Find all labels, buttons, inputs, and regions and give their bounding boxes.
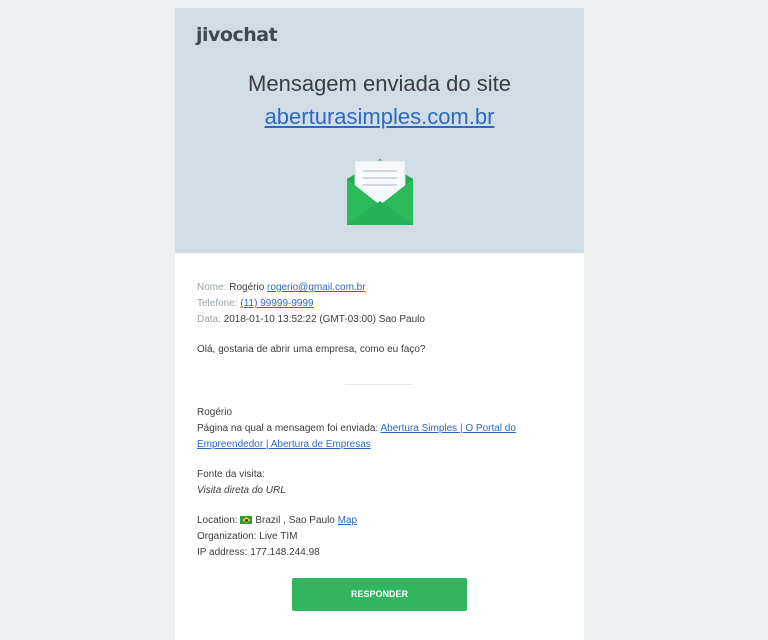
header-site: aberturasimples.com.br xyxy=(175,104,584,130)
ip-label: IP address: xyxy=(197,547,248,558)
reply-button[interactable]: RESPONDER xyxy=(292,578,467,611)
name-value: Rogério xyxy=(229,282,265,293)
location-value: Brazil , Sao Paulo xyxy=(255,515,335,526)
header-title: Mensagem enviada do site xyxy=(248,71,511,96)
ip-value: 177.148.244.98 xyxy=(250,547,320,558)
site-link[interactable]: aberturasimples.com.br xyxy=(265,104,495,129)
email-header: jivochat Mensagem enviada do site abertu… xyxy=(175,8,584,253)
ip-row: IP address: 177.148.244.98 xyxy=(197,545,320,561)
page-label: Página na qual a mensagem foi enviada: xyxy=(197,423,379,434)
page-link-1[interactable]: Abertura Simples | O Portal do xyxy=(380,423,515,434)
org-label: Organization: xyxy=(197,531,257,542)
org-row: Organization: Live TIM xyxy=(197,529,297,545)
page-row-2: Empreendedor | Abertura de Empresas xyxy=(197,437,371,453)
date-value: 2018-01-10 13:52:22 (GMT-03:00) Sao Paul… xyxy=(223,314,425,325)
message-text: Olá, gostaria de abrir uma empresa, como… xyxy=(197,344,426,355)
phone-link[interactable]: (11) 99999-9999 xyxy=(240,298,313,309)
email-opened-icon xyxy=(347,159,413,225)
sender-name: Rogério xyxy=(197,407,233,418)
location-row: Location: Brazil , Sao Paulo Map xyxy=(197,513,357,529)
divider xyxy=(345,384,413,385)
email-card: jivochat Mensagem enviada do site abertu… xyxy=(175,8,584,640)
name-row: Nome: Rogério rogerio@gmail.com.br xyxy=(197,280,366,296)
date-row: Data: 2018-01-10 13:52:22 (GMT-03:00) Sa… xyxy=(197,312,425,328)
phone-row: Telefone: (11) 99999-9999 xyxy=(197,296,314,312)
name-label: Nome: xyxy=(197,282,227,293)
source-value: Visita direta do URL xyxy=(197,485,286,496)
map-link[interactable]: Map xyxy=(338,515,357,526)
org-value: Live TIM xyxy=(259,531,298,542)
phone-label: Telefone: xyxy=(197,298,238,309)
source-label: Fonte da visita: xyxy=(197,469,265,480)
location-label: Location: xyxy=(197,515,238,526)
page-row: Página na qual a mensagem foi enviada: A… xyxy=(197,421,516,437)
date-label: Data: xyxy=(197,314,221,325)
page-link-2[interactable]: Empreendedor | Abertura de Empresas xyxy=(197,439,371,450)
brazil-flag-icon xyxy=(240,516,253,524)
jivochat-logo: jivochat xyxy=(196,24,278,46)
email-link[interactable]: rogerio@gmail.com.br xyxy=(267,282,366,293)
